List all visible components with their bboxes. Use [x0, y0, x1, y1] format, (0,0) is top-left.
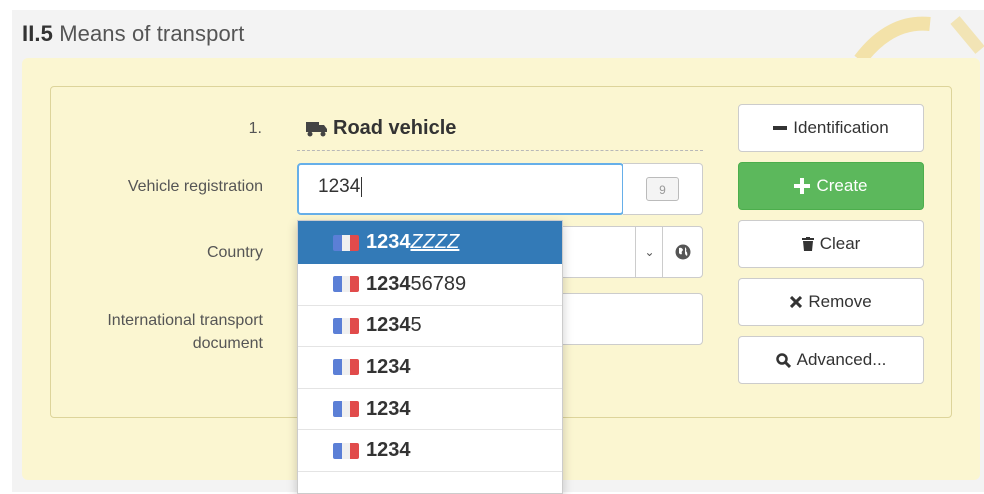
text-cursor — [361, 176, 363, 197]
option-match-text: 1234 — [366, 231, 411, 253]
intl-transport-doc-label: International transport document — [80, 309, 263, 355]
intl-doc-label-line2: document — [192, 335, 263, 352]
clear-label: Clear — [819, 234, 861, 253]
plus-icon — [794, 178, 811, 194]
france-flag-icon — [333, 442, 359, 459]
remove-button[interactable]: Remove — [738, 278, 924, 326]
decorative-shape — [850, 10, 984, 60]
option-match-text: 1234 — [366, 314, 411, 337]
char-count-badge: 9 — [646, 177, 679, 201]
intl-doc-label-line1: International transport — [107, 312, 263, 329]
vehicle-registration-label: Vehicle registration — [127, 178, 263, 195]
option-match-text: 1234 — [366, 439, 411, 462]
autocomplete-option[interactable]: 1234 5 — [298, 306, 562, 348]
create-button[interactable]: Create — [738, 162, 924, 210]
entry-index: 1. — [248, 120, 262, 137]
autocomplete-option[interactable]: 1234 — [298, 430, 562, 472]
autocomplete-option[interactable]: 1234 — [298, 389, 562, 431]
trash-icon — [801, 237, 814, 251]
autocomplete-option[interactable]: 1234 — [298, 347, 562, 389]
vehicle-registration-value: 1234 — [318, 176, 363, 197]
clear-button[interactable]: Clear — [738, 220, 924, 268]
option-match-text: 1234 — [366, 397, 411, 420]
option-match-text: 1234 — [366, 272, 411, 295]
france-flag-icon — [333, 401, 359, 418]
france-flag-icon — [333, 359, 359, 376]
option-rest-text: 56789 — [410, 272, 467, 295]
france-flag-icon — [333, 234, 359, 251]
remove-label: Remove — [808, 292, 872, 311]
identification-label: Identification — [793, 118, 889, 137]
chevron-down-icon[interactable]: ⌄ — [635, 226, 663, 278]
heading-divider — [297, 150, 703, 151]
option-match-text: 1234 — [366, 355, 411, 378]
france-flag-icon — [333, 317, 359, 334]
globe-button[interactable] — [662, 226, 703, 278]
identification-button[interactable]: Identification — [738, 104, 924, 152]
autocomplete-option[interactable]: 1234 56789 — [298, 264, 562, 306]
close-icon — [790, 296, 803, 308]
transport-mode-heading: Road vehicle — [306, 117, 456, 140]
globe-icon — [675, 244, 690, 260]
option-rest-text: 5 — [410, 314, 422, 337]
section-title: II.5 Means of transport — [22, 21, 244, 47]
advanced-label: Advanced... — [796, 350, 887, 369]
advanced-button[interactable]: Advanced... — [738, 336, 924, 384]
france-flag-icon — [333, 276, 359, 293]
option-rest-text: ZZZZ — [410, 231, 460, 253]
search-icon — [775, 352, 791, 368]
truck-icon — [306, 121, 327, 136]
section-number: II.5 — [22, 21, 53, 46]
autocomplete-dropdown: 1234 ZZZZ 1234 56789 1234 5 1234 1234 1234 — [297, 220, 563, 494]
minus-icon — [773, 126, 788, 130]
transport-mode-label: Road vehicle — [333, 117, 457, 139]
country-label: Country — [206, 244, 263, 261]
create-label: Create — [816, 176, 868, 195]
section-title-text: Means of transport — [59, 21, 245, 46]
autocomplete-option[interactable]: 1234 ZZZZ — [298, 221, 562, 264]
